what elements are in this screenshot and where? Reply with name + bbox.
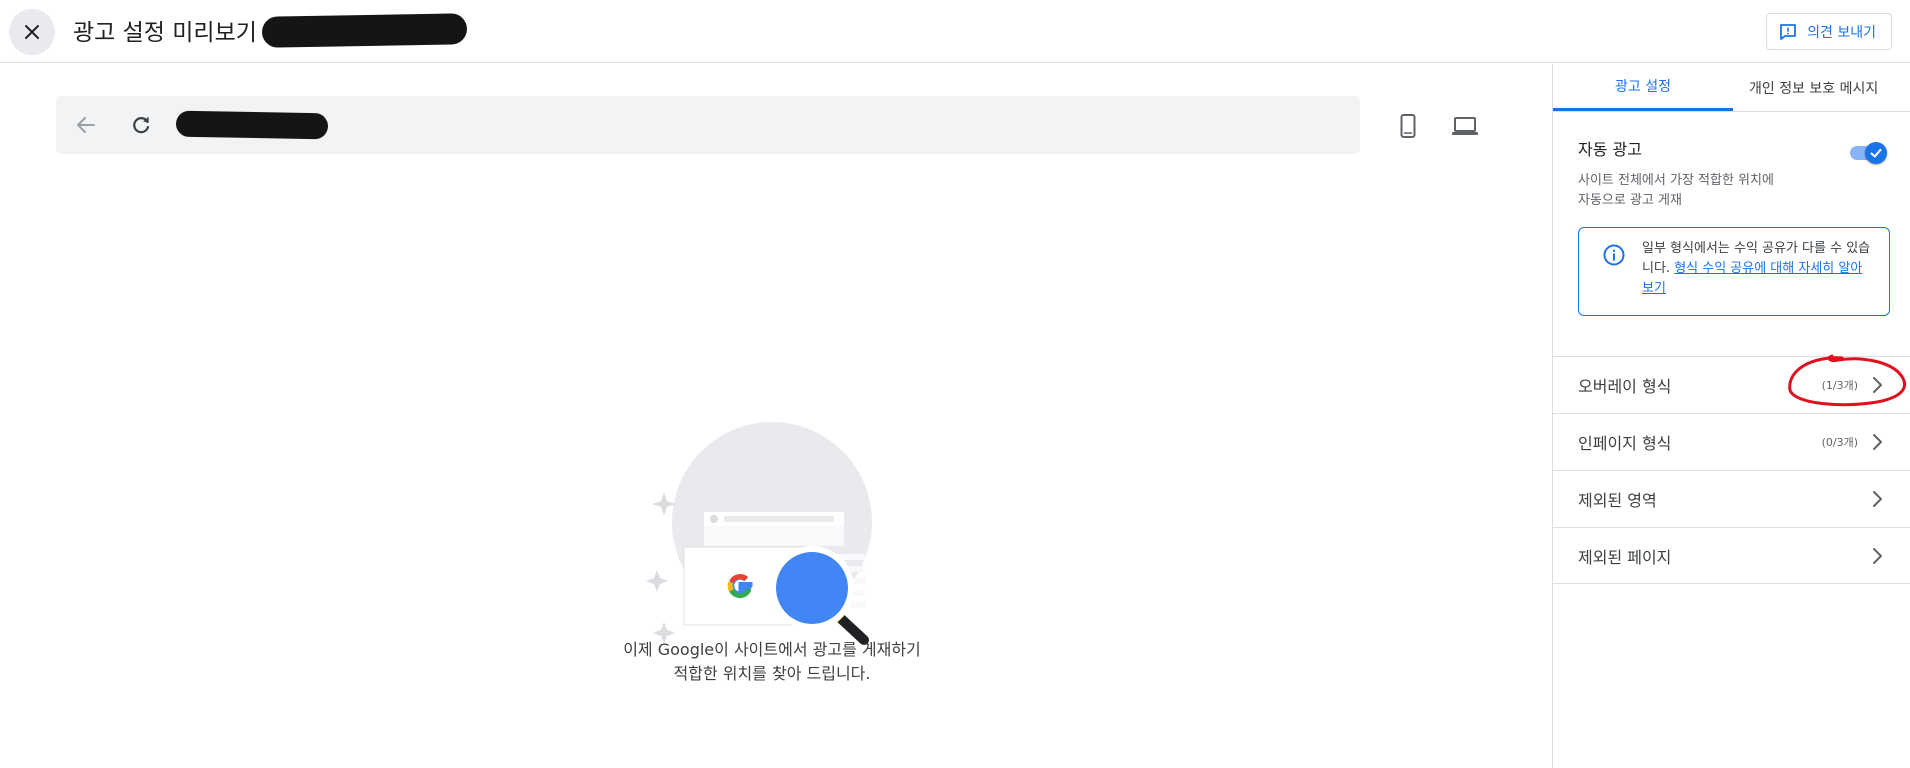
- browser-url-bar: [56, 96, 1360, 154]
- refresh-icon[interactable]: [129, 113, 153, 137]
- feedback-icon: [1780, 23, 1797, 40]
- redacted-site-name: [261, 13, 468, 48]
- page-title: 광고 설정 미리보기: [73, 20, 257, 46]
- chevron-right-icon: [1873, 377, 1882, 393]
- row-count: (0/3개): [1821, 436, 1858, 449]
- empty-state-line-1: 이제 Google이 사이트에서 광고를 게재하기: [623, 640, 921, 659]
- preview-area: 이제 Google이 사이트에서 광고를 게재하기 적합한 위치를 찾아 드립니…: [0, 64, 1552, 768]
- tab-ad-settings[interactable]: 광고 설정: [1553, 64, 1733, 111]
- row-label: 제외된 영역: [1578, 491, 1657, 510]
- top-bar: 광고 설정 미리보기 의견 보내기: [0, 0, 1910, 63]
- empty-state-line-2: 적합한 위치를 찾아 드립니다.: [673, 664, 871, 683]
- check-icon: [1870, 148, 1882, 158]
- feedback-button[interactable]: 의견 보내기: [1766, 13, 1892, 50]
- settings-panel: 광고 설정 개인 정보 보호 메시지 자동 광고 사이트 전체에서 가장 적합한…: [1552, 64, 1910, 768]
- close-icon: [25, 25, 39, 39]
- auto-ads-section: 자동 광고 사이트 전체에서 가장 적합한 위치에 자동으로 광고 게재: [1578, 136, 1888, 211]
- smartphone-icon[interactable]: [1394, 112, 1422, 140]
- row-excluded-areas[interactable]: 제외된 영역: [1553, 470, 1910, 527]
- auto-ads-desc-line-1: 사이트 전체에서 가장 적합한 위치에: [1578, 173, 1774, 188]
- auto-ads-description: 사이트 전체에서 가장 적합한 위치에 자동으로 광고 게재: [1578, 171, 1828, 211]
- learn-more-link[interactable]: 형식 수익 공유에 대해 자세히 알아보기: [1642, 261, 1862, 296]
- notice-text: 일부 형식에서는 수익 공유가 다를 수 있습니다. 형식 수익 공유에 대해 …: [1642, 239, 1874, 299]
- laptop-icon[interactable]: [1450, 112, 1480, 140]
- row-in-page-formats[interactable]: 인페이지 형식 (0/3개): [1553, 413, 1910, 470]
- empty-state-message: 이제 Google이 사이트에서 광고를 게재하기 적합한 위치를 찾아 드립니…: [572, 638, 972, 686]
- row-count: (1/3개): [1821, 379, 1858, 392]
- revenue-share-notice: 일부 형식에서는 수익 공유가 다를 수 있습니다. 형식 수익 공유에 대해 …: [1578, 227, 1890, 316]
- close-button[interactable]: [9, 9, 55, 55]
- row-label: 인페이지 형식: [1578, 434, 1672, 453]
- row-label: 오버레이 형식: [1578, 377, 1672, 396]
- row-label: 제외된 페이지: [1578, 547, 1672, 567]
- info-icon: [1603, 244, 1625, 266]
- redacted-url: [175, 110, 329, 140]
- feedback-label: 의견 보내기: [1807, 24, 1876, 41]
- chevron-right-icon: [1873, 434, 1882, 450]
- auto-ads-desc-line-2: 자동으로 광고 게재: [1578, 193, 1682, 208]
- chevron-right-icon: [1873, 491, 1882, 507]
- chevron-right-icon: [1873, 548, 1882, 564]
- toggle-knob: [1865, 142, 1887, 164]
- auto-ads-toggle[interactable]: [1850, 140, 1888, 166]
- tab-privacy-messages[interactable]: 개인 정보 보호 메시지: [1733, 64, 1910, 111]
- auto-ads-title: 자동 광고: [1578, 140, 1642, 159]
- panel-tabs: 광고 설정 개인 정보 보호 메시지: [1553, 64, 1910, 112]
- arrow-back-icon[interactable]: [74, 113, 98, 137]
- row-overlay-formats[interactable]: 오버레이 형식 (1/3개): [1553, 356, 1910, 413]
- row-excluded-pages[interactable]: 제외된 페이지: [1553, 527, 1910, 584]
